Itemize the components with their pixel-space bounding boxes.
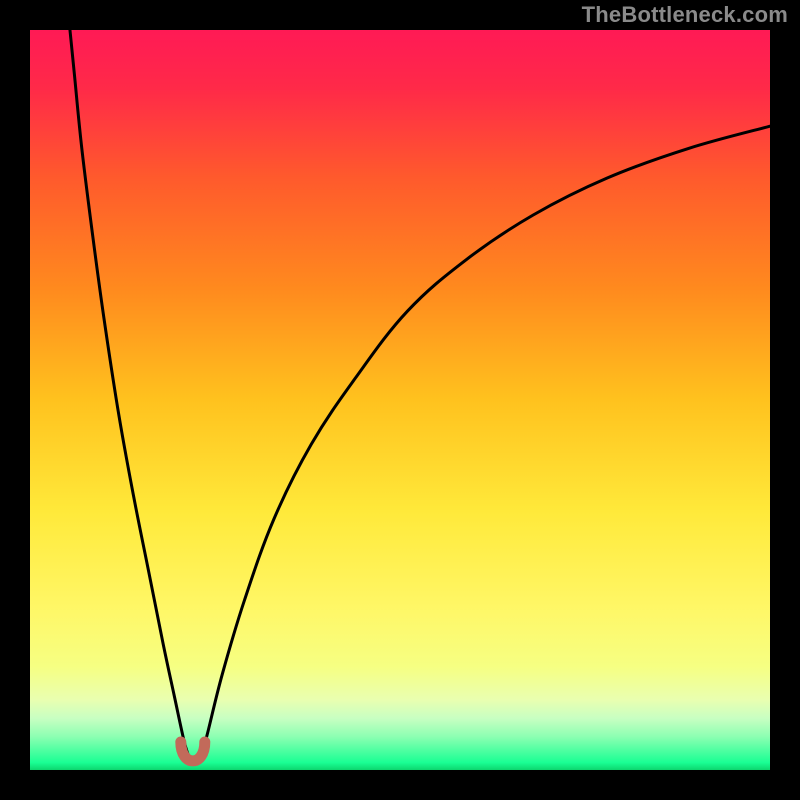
bottleneck-plot (0, 0, 800, 800)
chart-frame: TheBottleneck.com (0, 0, 800, 800)
gradient-background (30, 30, 770, 770)
watermark-text: TheBottleneck.com (582, 2, 788, 28)
